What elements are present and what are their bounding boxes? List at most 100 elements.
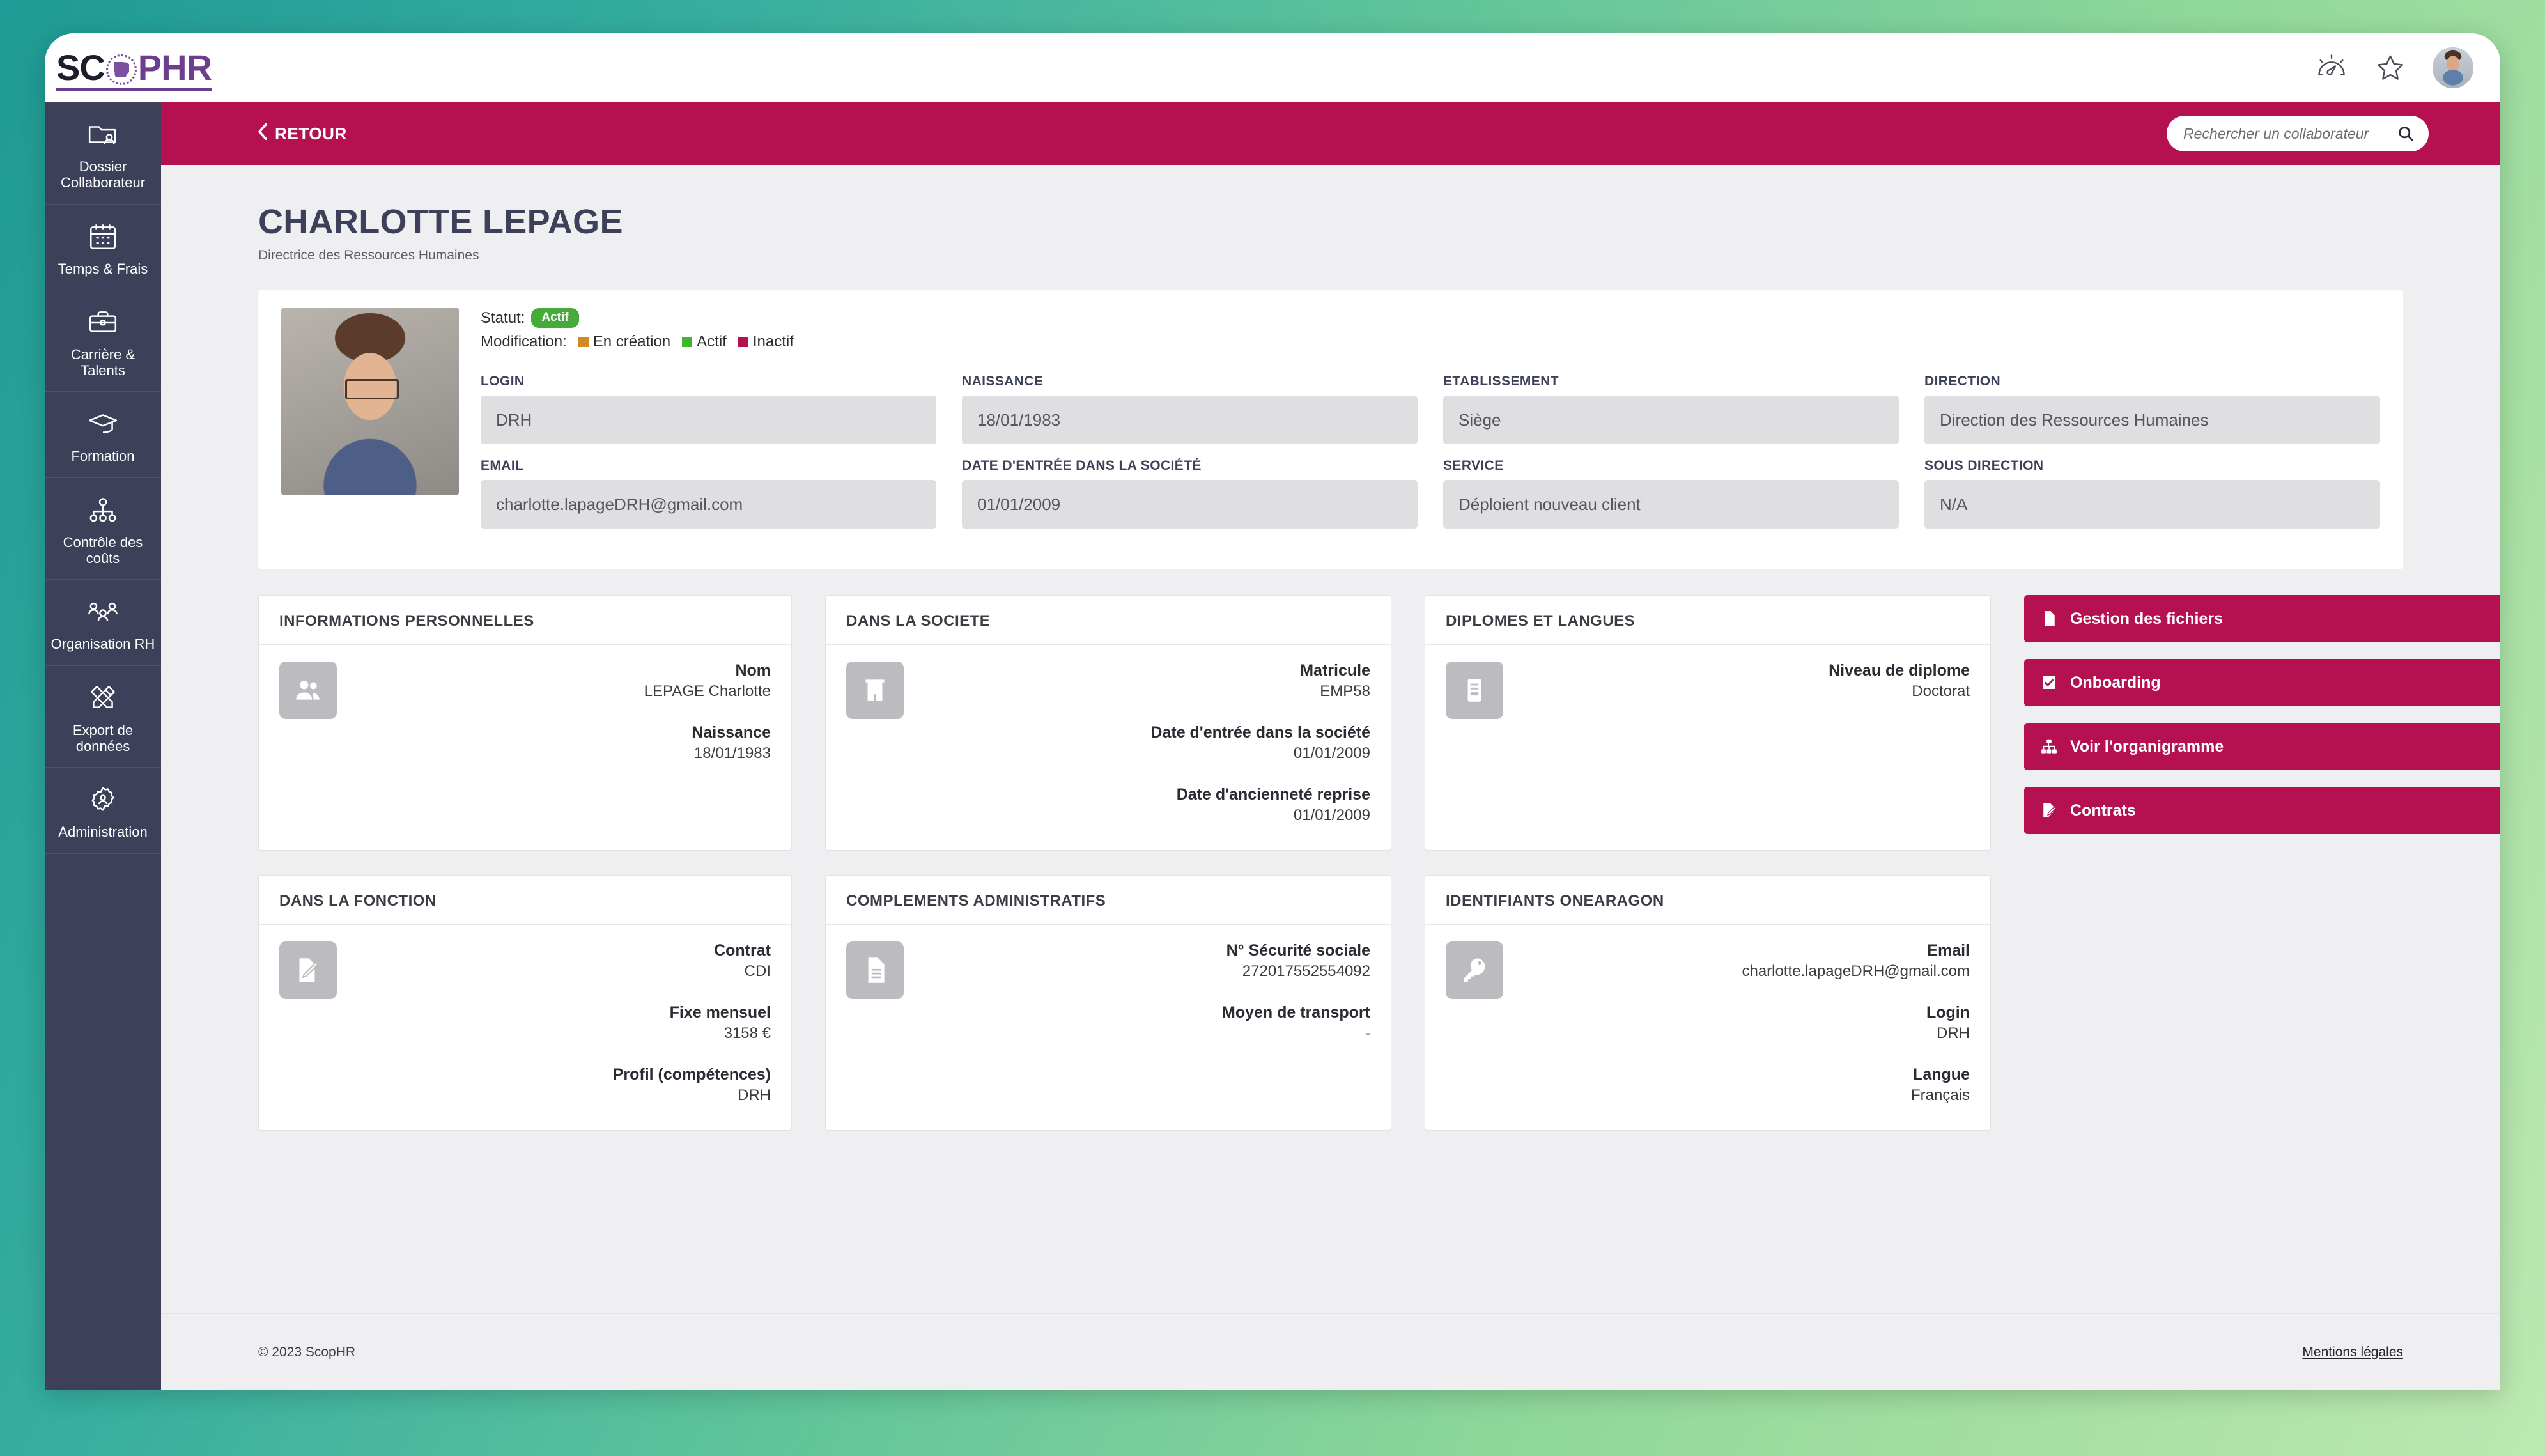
page-subtitle: Directrice des Ressources Humaines [258, 248, 479, 263]
graduation-cap-icon [49, 406, 157, 442]
star-icon[interactable] [2374, 51, 2407, 84]
sidebar-item-label: Administration [58, 824, 148, 840]
row-value: Doctorat [1912, 683, 1970, 700]
field-direction: DIRECTION [1924, 374, 2380, 444]
page-header-bar: RETOUR [161, 102, 2500, 165]
card-row: N° Sécurité sociale 272017552554092 [904, 941, 1370, 980]
employee-photo [281, 308, 459, 495]
row-label: Date d'ancienneté reprise [1176, 786, 1370, 803]
legend-swatch-icon [738, 337, 748, 347]
user-avatar[interactable] [2433, 47, 2473, 88]
brand-logo[interactable]: SC PHR [56, 47, 212, 91]
back-button-label: RETOUR [275, 123, 347, 143]
brand-text-first: SC [56, 47, 105, 88]
row-value: 272017552554092 [1242, 963, 1370, 980]
action-label: Voir l'organigramme [2070, 737, 2224, 755]
identity-fields: Statut: Actif Modification: En création … [481, 308, 2380, 543]
info-card-grid: INFORMATIONS PERSONNELLES Nom LEPAGE Cha… [258, 595, 2500, 1131]
row-label: Langue [1913, 1065, 1970, 1083]
card-body: Nom LEPAGE Charlotte Naissance 18/01/198… [259, 645, 791, 782]
card-row: Date d'entrée dans la société 01/01/2009 [904, 724, 1370, 763]
date-entree-input[interactable] [962, 480, 1418, 529]
card-rows: Nom LEPAGE Charlotte Naissance 18/01/198… [337, 662, 771, 763]
legend-label: En création [592, 333, 671, 350]
card-row: Contrat CDI [337, 941, 771, 980]
legend-swatch-icon [578, 337, 589, 347]
hierarchy-icon [49, 492, 157, 528]
voir-organigramme-button[interactable]: Voir l'organigramme [2024, 723, 2500, 770]
field-label: DATE D'ENTRÉE DANS LA SOCIÉTÉ [962, 458, 1202, 473]
field-service: SERVICE [1443, 458, 1899, 529]
gestion-des-fichiers-button[interactable]: Gestion des fichiers [2024, 595, 2500, 642]
field-email: EMAIL [481, 458, 936, 529]
contract-edit-icon [279, 941, 337, 999]
sidebar-item-organisation-rh[interactable]: Organisation RH [45, 580, 161, 666]
field-label: NAISSANCE [962, 374, 1044, 389]
sidebar-item-label: Carrière & Talents [70, 346, 135, 379]
sidebar-item-administration[interactable]: Administration [45, 768, 161, 854]
row-value: CDI [744, 963, 771, 980]
action-label: Gestion des fichiers [2070, 609, 2223, 628]
gauge-icon[interactable] [2315, 51, 2348, 84]
card-identifiants-onearagon: IDENTIFIANTS ONEARAGON Email charlotte.l… [1425, 875, 1991, 1131]
page-footer: © 2023 ScopHR Mentions légales [161, 1313, 2500, 1390]
legend-label: Actif [697, 333, 727, 350]
sidebar-item-label: Contrôle des coûts [63, 534, 143, 567]
sous-direction-input[interactable] [1924, 480, 2380, 529]
naissance-input[interactable] [962, 396, 1418, 444]
chevron-left-icon [257, 123, 268, 145]
sidebar-item-label: Formation [71, 448, 135, 465]
action-label: Contrats [2070, 801, 2136, 819]
calendar-icon [49, 219, 157, 254]
sidebar-item-controle-des-couts[interactable]: Contrôle des coûts [45, 478, 161, 580]
card-row: Date d'ancienneté reprise 01/01/2009 [904, 786, 1370, 825]
search-input[interactable] [2183, 125, 2397, 143]
onboarding-button[interactable]: Onboarding [2024, 659, 2500, 706]
card-row: Fixe mensuel 3158 € [337, 1003, 771, 1042]
card-row: Nom LEPAGE Charlotte [337, 662, 771, 701]
sidebar-item-dossier-collaborateur[interactable]: Dossier Collaborateur [45, 102, 161, 205]
card-row: Login DRH [1503, 1003, 1970, 1042]
contrats-button[interactable]: Contrats [2024, 787, 2500, 834]
card-rows: Niveau de diplome Doctorat [1503, 662, 1970, 719]
service-input[interactable] [1443, 480, 1899, 529]
field-label: ETABLISSEMENT [1443, 374, 1559, 389]
search-box[interactable] [2167, 116, 2429, 151]
modification-legend: Modification: En création Actif Inactif [481, 333, 2380, 351]
building-icon [846, 662, 904, 719]
sidebar-item-export-de-donnees[interactable]: Export de données [45, 666, 161, 768]
field-label: LOGIN [481, 374, 525, 389]
legend-label: Inactif [752, 333, 794, 350]
sidebar-item-formation[interactable]: Formation [45, 392, 161, 478]
card-diplomes-et-langues: DIPLOMES ET LANGUES Niveau de diplome Do… [1425, 595, 1991, 851]
row-label: Login [1926, 1003, 1970, 1021]
search-icon[interactable] [2397, 125, 2415, 143]
key-icon [1446, 941, 1503, 999]
folder-user-icon [49, 116, 157, 152]
sidebar-item-label: Organisation RH [50, 636, 155, 653]
main-sidebar: Dossier Collaborateur Temps & Frais Carr… [45, 102, 161, 1390]
email-input[interactable] [481, 480, 936, 529]
people-group-icon [49, 594, 157, 630]
card-row: Moyen de transport - [904, 1003, 1370, 1042]
row-value: LEPAGE Charlotte [644, 683, 771, 700]
etablissement-input[interactable] [1443, 396, 1899, 444]
sidebar-item-temps-frais[interactable]: Temps & Frais [45, 205, 161, 290]
card-body: Contrat CDI Fixe mensuel 3158 € Profil (… [259, 925, 791, 1124]
row-value: DRH [738, 1087, 771, 1104]
direction-input[interactable] [1924, 396, 2380, 444]
sidebar-item-carriere-talents[interactable]: Carrière & Talents [45, 290, 161, 392]
back-button[interactable]: RETOUR [257, 123, 347, 145]
application-window: SC PHR Dossier Collaborateur Temps & Fra… [45, 33, 2500, 1390]
login-input[interactable] [481, 396, 936, 444]
mentions-legales-link[interactable]: Mentions légales [2302, 1345, 2403, 1360]
card-body: Email charlotte.lapageDRH@gmail.com Logi… [1425, 925, 1990, 1124]
field-etablissement: ETABLISSEMENT [1443, 374, 1899, 444]
row-label: Fixe mensuel [669, 1003, 771, 1021]
briefcase-icon [49, 304, 157, 340]
card-title: DANS LA SOCIETE [826, 596, 1391, 645]
status-line: Statut: Actif [481, 308, 2380, 328]
identity-field-grid: LOGIN NAISSANCE ETABLISSEMENT DIRECTION [481, 374, 2380, 543]
status-badge: Actif [531, 308, 579, 328]
certificate-icon [1446, 662, 1503, 719]
